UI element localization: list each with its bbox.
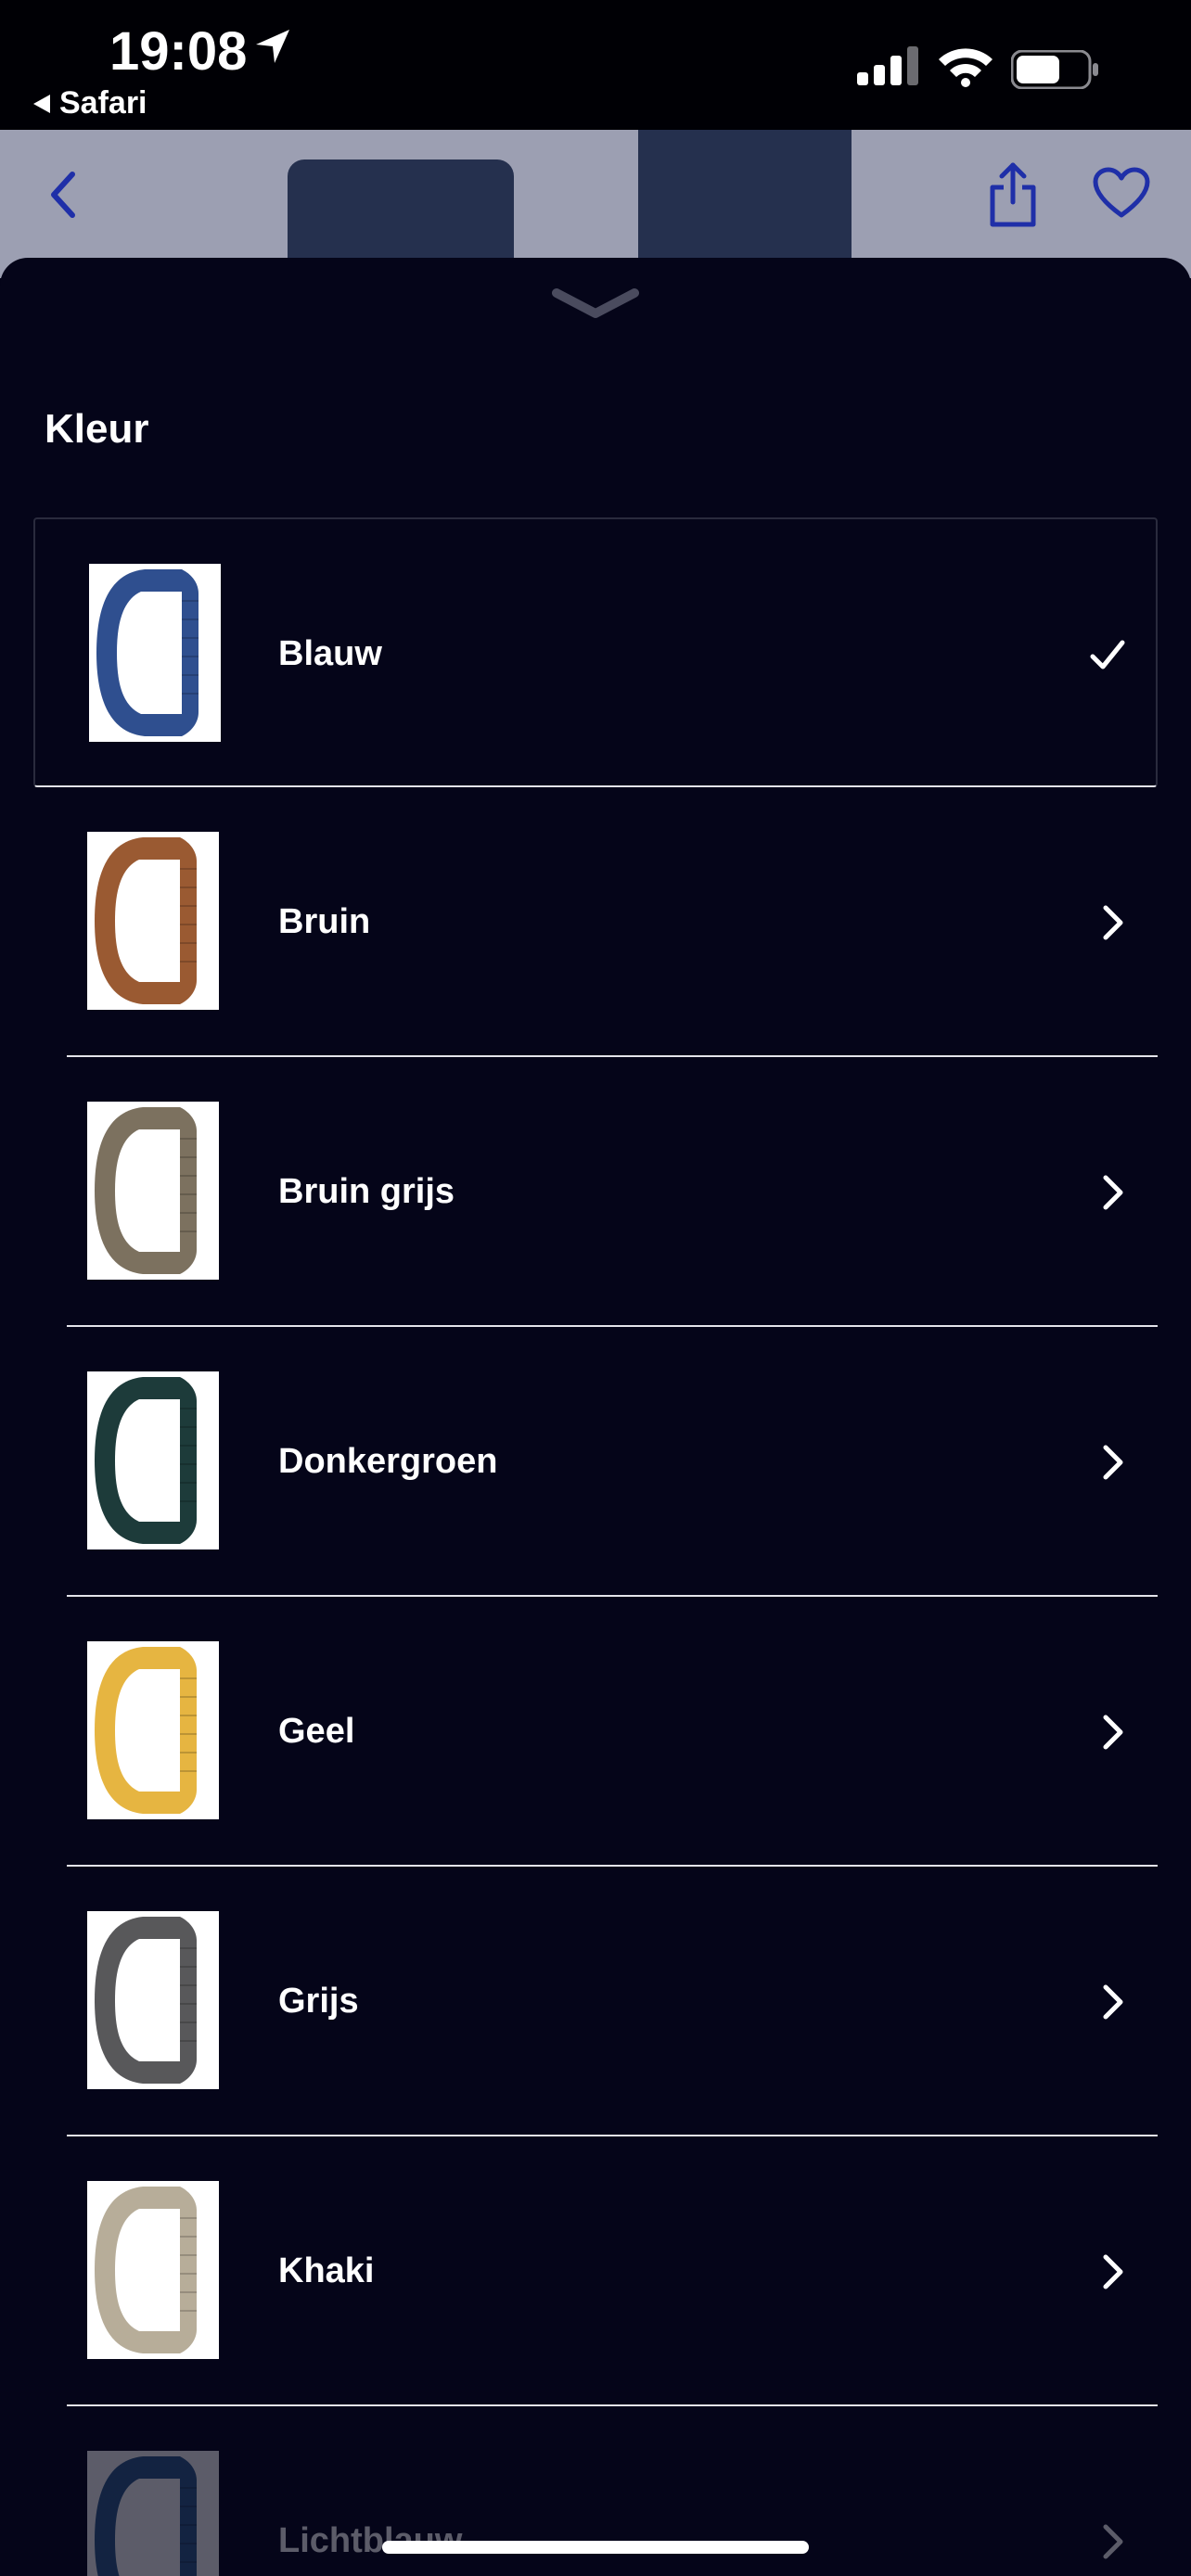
strap-thumbnail [87,1371,219,1549]
chevron-right-icon [1091,2251,1132,2297]
back-to-safari-link[interactable]: Safari [33,85,147,121]
color-option-label: Blauw [278,634,382,673]
color-option-label: Geel [278,1712,355,1751]
chevron-right-icon [1091,1982,1132,2027]
color-options-list: Blauw Bruin Bruin grijs Donkergroen Geel Grij… [0,517,1191,2576]
product-page-header [0,130,1191,278]
color-option-6[interactable]: Khaki [67,2136,1158,2406]
heart-icon[interactable] [1093,167,1150,223]
color-picker-sheet: Kleur Blauw Bruin Bruin grijs Donkergroen Ge… [0,258,1191,2576]
share-icon[interactable] [987,161,1039,233]
color-option-label: Donkergroen [278,1442,498,1481]
strap-thumbnail [87,1102,219,1280]
status-time: 19:08 [109,21,248,82]
status-bar: 19:08 Safari [0,0,1191,130]
checkmark-icon [1087,634,1128,680]
screen: 19:08 Safari Kleur Blauw Bruin Bruin gri… [0,0,1191,2576]
chevron-right-icon [1091,1172,1132,1218]
color-option-5[interactable]: Grijs [67,1867,1158,2136]
color-option-label: Bruin grijs [278,1172,455,1211]
strap-thumbnail [87,1911,219,2089]
cellular-signal-icon [857,46,918,90]
wifi-icon [937,45,994,92]
color-option-1[interactable]: Bruin [67,787,1158,1057]
chevron-right-icon [1091,1712,1132,1757]
color-option-label: Grijs [278,1982,359,2021]
chevron-right-icon [1091,1442,1132,1487]
color-option-3[interactable]: Donkergroen [67,1327,1158,1597]
battery-icon [1010,49,1100,94]
color-option-2[interactable]: Bruin grijs [67,1057,1158,1327]
strap-thumbnail [89,564,221,742]
color-option-4[interactable]: Geel [67,1597,1158,1867]
location-arrow-icon [252,26,293,71]
color-option-0[interactable]: Blauw [33,517,1158,787]
color-option-label: Bruin [278,902,371,941]
strap-thumbnail [87,2181,219,2359]
strap-thumbnail [87,1641,219,1819]
back-app-label: Safari [59,85,147,121]
strap-thumbnail [87,2451,219,2576]
chevron-down-icon[interactable] [551,286,640,327]
product-image-strap [638,130,852,278]
strap-thumbnail [87,832,219,1010]
chevron-left-icon[interactable] [45,169,82,225]
chevron-right-icon [1091,902,1132,948]
chevron-right-icon [1091,2521,1132,2567]
back-triangle-icon [33,94,50,113]
home-indicator[interactable] [382,2541,809,2554]
color-option-label: Khaki [278,2251,375,2290]
sheet-title: Kleur [45,406,149,452]
